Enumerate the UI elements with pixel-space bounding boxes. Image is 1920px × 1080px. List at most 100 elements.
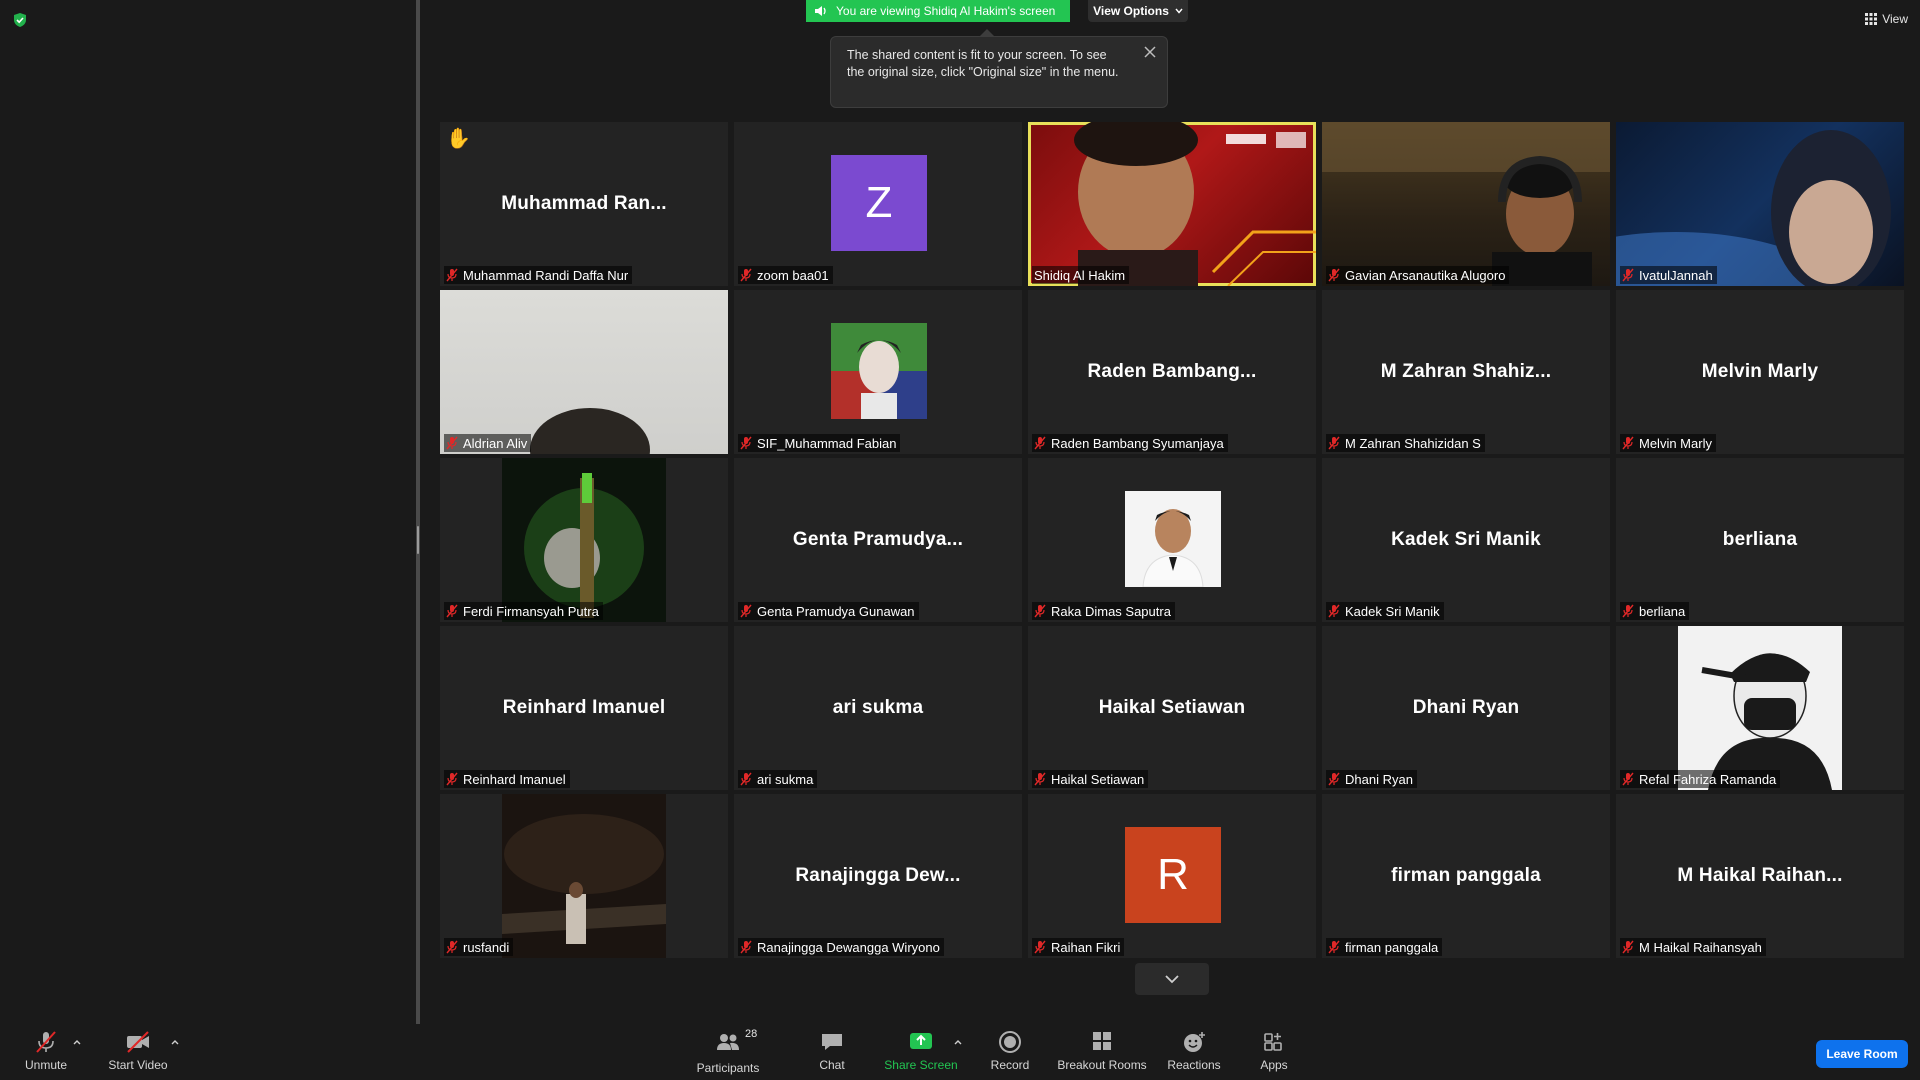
participant-center-name: berliana [1722,529,1798,550]
participant-name-label: M Haikal Raihansyah [1620,938,1766,956]
participant-center-name: ari sukma [832,697,924,718]
scroll-down-button[interactable] [1135,963,1209,995]
panel-divider[interactable] [416,0,420,1028]
record-icon [999,1031,1021,1053]
participant-tile[interactable]: berliana berliana [1616,458,1904,622]
start-video-button[interactable]: Start Video [104,1030,172,1078]
zoom-meeting-window: You are viewing Shidiq Al Hakim's screen… [0,0,1920,1080]
participant-tile[interactable]: M Zahran Shahiz... M Zahran Shahizidan S [1322,290,1610,454]
participant-tile[interactable]: Haikal Setiawan Haikal Setiawan [1028,626,1316,790]
participant-center-name: Raden Bambang... [1087,361,1257,382]
participant-center-name: Melvin Marly [1701,361,1819,382]
profile-picture [502,794,666,958]
record-button[interactable]: Record [984,1030,1036,1078]
participant-tile[interactable]: Gavian Arsanautika Alugoro [1322,122,1610,286]
participant-center-name: M Haikal Raihan... [1677,865,1843,886]
participant-tile[interactable]: Dhani Ryan Dhani Ryan [1322,626,1610,790]
participant-tile[interactable]: IvatulJannah [1616,122,1904,286]
participant-name: berliana [1639,603,1686,619]
reactions-smiley-icon [1184,1032,1205,1052]
video-options-caret-icon[interactable] [170,1038,180,1048]
chat-button[interactable]: Chat [808,1030,856,1078]
participants-button[interactable]: 28 Participants [692,1028,764,1078]
participant-tile[interactable]: firman panggala firman panggala [1322,794,1610,958]
participant-tile[interactable]: Aldrian Aliv [440,290,728,454]
video-feed [1074,122,1316,286]
participant-center-name: Kadek Sri Manik [1391,529,1541,550]
leave-room-button[interactable]: Leave Room [1816,1040,1908,1068]
start-video-label: Start Video [108,1058,168,1072]
participant-tile[interactable]: Reinhard Imanuel Reinhard Imanuel [440,626,728,790]
participant-name-label: berliana [1620,602,1690,620]
participant-tile[interactable]: Ferdi Firmansyah Putra [440,458,728,622]
share-screen-icon [910,1033,932,1049]
participant-name: Reinhard Imanuel [463,771,566,787]
participant-center-name: Dhani Ryan [1412,697,1520,718]
video-feed [1322,122,1610,286]
participant-name-label: Kadek Sri Manik [1326,602,1444,620]
muted-mic-icon [740,940,752,954]
participant-name: zoom baa01 [757,267,829,283]
participant-name-label: IvatulJannah [1620,266,1717,284]
participant-tile[interactable]: ✋ Muhammad Ran... Muhammad Randi Daffa N… [440,122,728,286]
participant-tile[interactable]: SIF_Muhammad Fabian [734,290,1022,454]
close-icon[interactable] [1143,45,1157,59]
participant-name-label: Shidiq Al Hakim [1032,266,1130,284]
reactions-button[interactable]: Reactions [1164,1030,1224,1078]
participant-name: Shidiq Al Hakim [1034,267,1126,283]
participant-name: Dhani Ryan [1345,771,1413,787]
muted-mic-icon [1328,772,1340,786]
view-options-button[interactable]: View Options [1088,0,1188,22]
tooltip-arrow [979,29,995,37]
participant-tile[interactable]: R Raihan Fikri [1028,794,1316,958]
participant-name: Raden Bambang Syumanjaya [1051,435,1224,451]
participant-tile[interactable]: M Haikal Raihan... M Haikal Raihansyah [1616,794,1904,958]
share-screen-button[interactable]: Share Screen [884,1030,958,1078]
participant-name-label: Dhani Ryan [1326,770,1417,788]
muted-mic-icon [1622,940,1634,954]
participant-name-label: Ferdi Firmansyah Putra [444,602,603,620]
view-layout-button[interactable]: View [1865,10,1908,28]
muted-mic-icon [446,436,458,450]
participant-name-label: firman panggala [1326,938,1443,956]
muted-mic-icon [1328,940,1340,954]
participant-name-label: SIF_Muhammad Fabian [738,434,901,452]
share-options-caret-icon[interactable] [953,1038,963,1048]
participant-tile[interactable]: Ranajingga Dew... Ranajingga Dewangga Wi… [734,794,1022,958]
participant-tile[interactable]: Raden Bambang... Raden Bambang Syumanjay… [1028,290,1316,454]
participant-tile[interactable]: Genta Pramudya... Genta Pramudya Gunawan [734,458,1022,622]
participant-tile[interactable]: ari sukma ari sukma [734,626,1022,790]
participant-name-label: Raka Dimas Saputra [1032,602,1175,620]
chat-icon [822,1034,842,1050]
participant-name-label: Raihan Fikri [1032,938,1125,956]
participant-tile[interactable]: rusfandi [440,794,728,958]
muted-mic-icon [1328,268,1340,282]
avatar [1125,491,1221,587]
unmute-button[interactable]: Unmute [20,1030,72,1078]
apps-button[interactable]: Apps [1252,1030,1296,1078]
participant-name: Refal Fahriza Ramanda [1639,771,1777,787]
participant-name: Ranajingga Dewangga Wiryono [757,939,940,955]
chevron-down-icon [1165,974,1179,983]
video-off-icon [127,1031,149,1053]
participant-center-name: M Zahran Shahiz... [1380,361,1552,382]
participant-tile[interactable]: Kadek Sri Manik Kadek Sri Manik [1322,458,1610,622]
participant-center-name: Genta Pramudya... [792,529,964,550]
apps-label: Apps [1260,1058,1288,1072]
participant-tile[interactable]: Melvin Marly Melvin Marly [1616,290,1904,454]
participant-tile[interactable]: Z zoom baa01 [734,122,1022,286]
participant-name: Gavian Arsanautika Alugoro [1345,267,1506,283]
divider-drag-handle[interactable] [417,526,419,554]
grid-icon [1865,13,1878,25]
muted-mic-icon [446,940,458,954]
participant-center-name: Haikal Setiawan [1098,697,1246,718]
view-options-label: View Options [1093,4,1169,18]
breakout-rooms-button[interactable]: Breakout Rooms [1056,1030,1148,1078]
shield-check-icon[interactable] [12,12,28,28]
participant-tile[interactable]: Refal Fahriza Ramanda [1616,626,1904,790]
participant-name-label: zoom baa01 [738,266,833,284]
participant-tile-active-speaker[interactable]: Shidiq Al Hakim [1028,122,1316,286]
muted-mic-icon [1622,436,1634,450]
audio-options-caret-icon[interactable] [72,1038,82,1048]
participant-tile[interactable]: Raka Dimas Saputra [1028,458,1316,622]
